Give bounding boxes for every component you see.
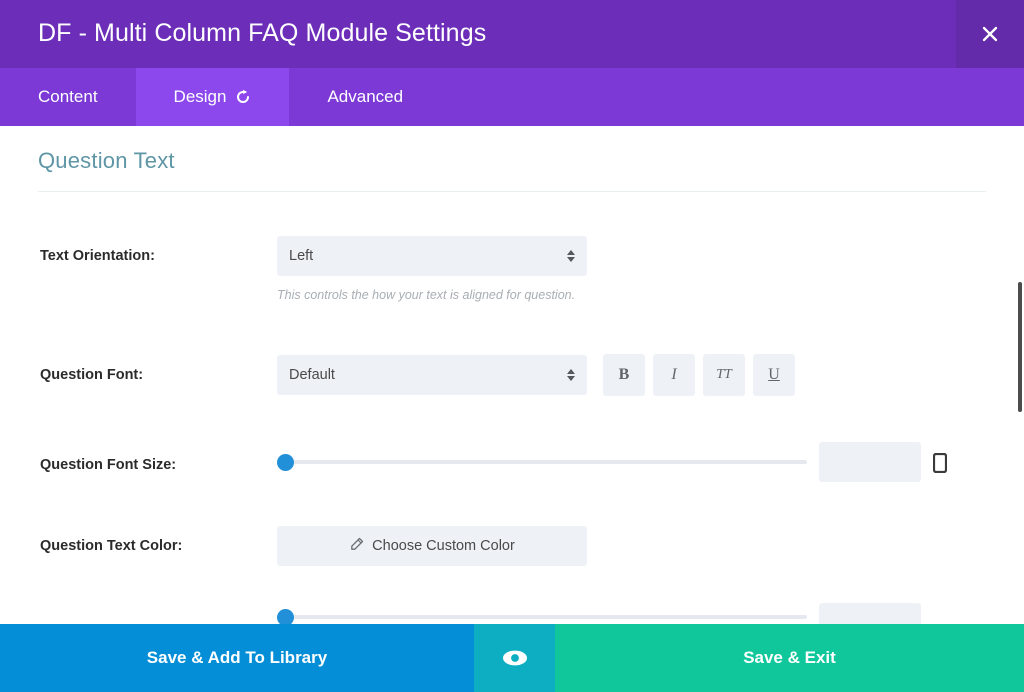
question-font-size-slider-track[interactable] <box>277 460 807 464</box>
save-add-to-library-label: Save & Add To Library <box>146 648 328 667</box>
bold-button[interactable]: B <box>603 354 645 396</box>
tab-design[interactable]: Design <box>135 68 290 126</box>
tab-design-label: Design <box>173 87 227 106</box>
choose-custom-color-label: Choose Custom Color <box>372 538 515 554</box>
tab-content-label: Content <box>38 87 98 106</box>
reset-icon[interactable] <box>235 89 251 105</box>
scrollbar-track[interactable] <box>1017 126 1024 624</box>
section-divider <box>38 191 986 192</box>
italic-button[interactable]: I <box>653 354 695 396</box>
tab-advanced[interactable]: Advanced <box>289 68 441 126</box>
save-exit-button[interactable]: Save & Exit <box>555 624 1024 692</box>
scrollbar-thumb[interactable] <box>1018 282 1022 412</box>
text-orientation-select[interactable]: Left <box>277 236 587 276</box>
tab-content[interactable]: Content <box>0 68 136 126</box>
settings-body: Question Text Text Orientation: Left Thi… <box>0 126 1024 624</box>
choose-custom-color-button[interactable]: Choose Custom Color <box>277 526 587 566</box>
modal-title: DF - Multi Column FAQ Module Settings <box>38 19 487 47</box>
chevron-updown-icon <box>567 369 575 381</box>
uppercase-button[interactable]: TT <box>703 354 745 396</box>
preview-button[interactable] <box>474 624 555 692</box>
font-style-button-group: B I TT U <box>603 354 795 396</box>
modal-header: DF - Multi Column FAQ Module Settings <box>0 0 1024 68</box>
question-text-color-label: Question Text Color: <box>40 538 183 554</box>
next-slider-track[interactable] <box>277 615 807 619</box>
question-font-size-slider-handle[interactable] <box>277 454 294 471</box>
divi-module-settings-modal: DF - Multi Column FAQ Module Settings Co… <box>0 0 1024 692</box>
eye-icon <box>502 650 527 666</box>
mobile-icon[interactable] <box>930 451 950 475</box>
underline-button[interactable]: U <box>753 354 795 396</box>
text-orientation-value: Left <box>289 248 314 264</box>
eyedropper-icon <box>349 537 364 556</box>
save-exit-label: Save & Exit <box>743 648 836 667</box>
chevron-updown-icon <box>567 250 575 262</box>
question-font-label: Question Font: <box>40 367 144 383</box>
next-slider-handle[interactable] <box>277 609 294 624</box>
section-title: Question Text <box>38 148 175 173</box>
next-number-input[interactable] <box>819 603 921 624</box>
tab-advanced-label: Advanced <box>327 87 404 106</box>
close-icon <box>982 26 998 42</box>
save-add-to-library-button[interactable]: Save & Add To Library <box>0 624 474 692</box>
close-button[interactable] <box>956 0 1024 68</box>
question-font-size-label: Question Font Size: <box>40 457 177 473</box>
text-orientation-label: Text Orientation: <box>40 248 155 264</box>
modal-footer: Save & Add To Library Save & Exit <box>0 624 1024 692</box>
text-orientation-help: This controls the how your text is align… <box>277 288 576 302</box>
question-font-size-input[interactable] <box>819 442 921 482</box>
question-font-select[interactable]: Default <box>277 355 587 395</box>
tab-bar: Content Design Advanced <box>0 68 1024 126</box>
question-font-value: Default <box>289 367 335 383</box>
